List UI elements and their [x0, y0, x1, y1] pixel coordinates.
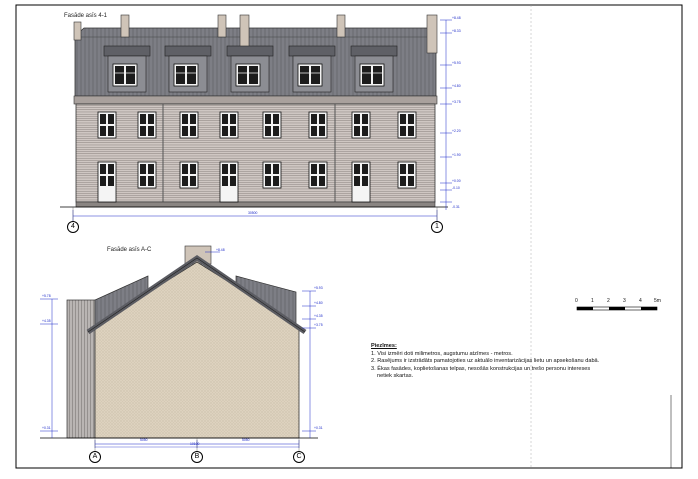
dormer	[103, 45, 151, 93]
eave	[73, 95, 438, 105]
elevation-mark: +4.80	[452, 84, 461, 88]
elevation-mark: +3.75	[452, 100, 461, 104]
chimney	[336, 14, 346, 38]
axis-marker-b: B	[191, 451, 203, 463]
facade-wall	[75, 103, 436, 203]
scale-label: 5m	[654, 298, 661, 304]
drawing-sheet	[15, 4, 683, 469]
side-part-dimension: 5050	[242, 438, 250, 442]
chimney	[426, 14, 438, 54]
chimney	[217, 14, 227, 38]
elevation-mark: +5.93	[314, 286, 323, 290]
notes-heading: Piezīmes:	[371, 343, 397, 349]
elevation-mark: +0.31	[314, 426, 323, 430]
elevation-mark: +0.31	[42, 426, 51, 430]
dormer	[226, 45, 274, 93]
elevation-mark: +3.75	[314, 323, 323, 327]
overall-dimension: 30500	[248, 211, 258, 215]
scale-label: 4	[639, 298, 642, 304]
elevation-mark: +4.35	[314, 314, 323, 318]
notes-block: Piezīmes: 1. Visi izmēri doti milimetros…	[371, 343, 663, 381]
note-item: 1. Visi izmēri doti milimetros, augstumu…	[371, 350, 513, 357]
facade-4-1	[60, 14, 452, 222]
chimney	[239, 14, 250, 52]
axis-marker-c: C	[293, 451, 305, 463]
elevation-mark: +0.00	[452, 179, 461, 183]
elevation-mark: -0.10	[452, 186, 460, 190]
elevation-mark: +5.78	[42, 294, 51, 298]
facade-top-title: Fasāde asīs 4-1	[64, 13, 108, 19]
plinth	[75, 201, 436, 208]
side-volume	[66, 299, 96, 439]
dormer	[350, 45, 398, 93]
side-part-dimension: 5050	[140, 438, 148, 442]
elevation-mark: +1.90	[452, 153, 461, 157]
note-item: 3. Ēkas fasādes, koplietošanas telpas, n…	[371, 365, 591, 372]
elevation-mark: +4.80	[314, 301, 323, 305]
elevation-mark: +8.33	[452, 29, 461, 33]
scale-bar	[576, 306, 658, 311]
elevation-mark: -0.31	[452, 205, 460, 209]
axis-marker-1: 1	[431, 221, 443, 233]
elevation-mark: +4.35	[42, 319, 51, 323]
note-item: netiek skartas.	[377, 373, 414, 380]
elevation-mark: +2.20	[452, 129, 461, 133]
side-overall-dimension: 10100	[190, 442, 200, 446]
chimney	[73, 21, 82, 41]
note-item: 2. Rasējums ir izstrādāts pamatojoties u…	[371, 358, 600, 365]
facade-a-c	[40, 245, 318, 452]
chimney	[120, 14, 130, 38]
scale-label: 2	[607, 298, 610, 304]
scale-label: 0	[575, 298, 578, 304]
dormer	[288, 45, 336, 93]
scale-label: 1	[591, 298, 594, 304]
axis-marker-4: 4	[67, 221, 79, 233]
side-top-elevation: +8.48	[216, 248, 225, 252]
dormer	[164, 45, 212, 93]
scale-label: 3	[623, 298, 626, 304]
elevation-mark: +8.48	[452, 16, 461, 20]
elevation-mark: +5.93	[452, 61, 461, 65]
facade-side-title: Fasāde asīs A-C	[107, 247, 152, 253]
axis-marker-a: A	[89, 451, 101, 463]
